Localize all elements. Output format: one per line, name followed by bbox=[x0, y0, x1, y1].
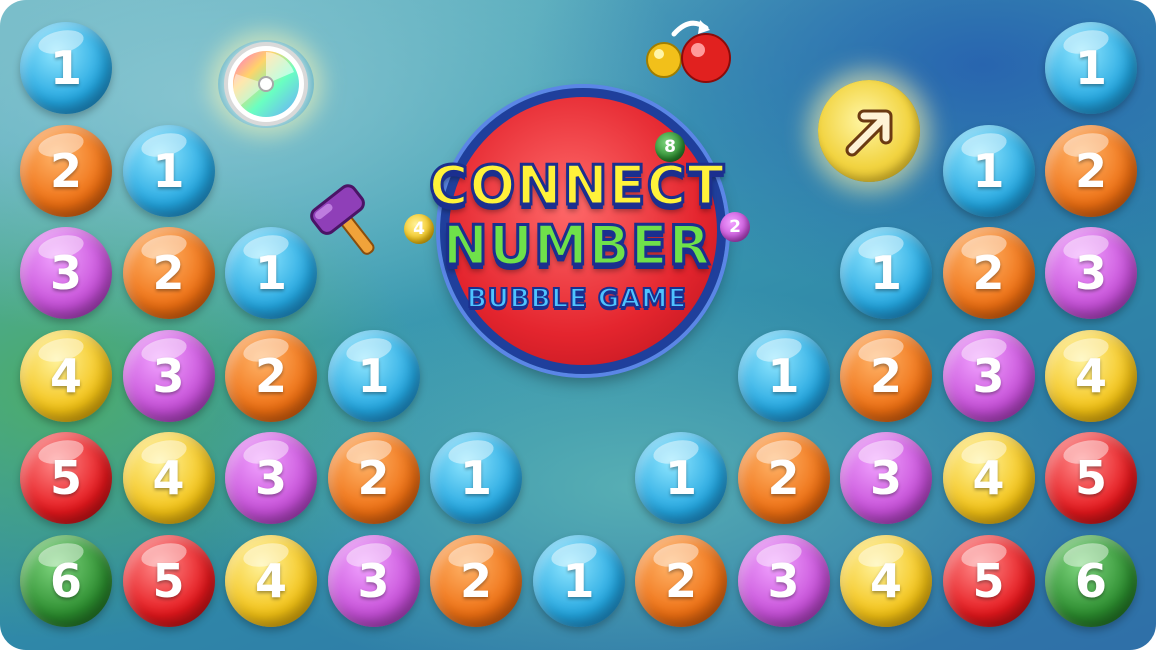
bubble-number: 3 bbox=[152, 348, 185, 403]
bubble-number: 2 bbox=[459, 554, 492, 608]
bubble-number: 2 bbox=[152, 246, 185, 301]
bubble-number: 4 bbox=[972, 451, 1005, 506]
number-bubble[interactable]: 1 bbox=[20, 22, 112, 114]
number-bubble[interactable]: 4 bbox=[942, 432, 1035, 525]
number-bubble[interactable]: 1 bbox=[840, 227, 932, 320]
bubble-number: 1 bbox=[1074, 41, 1107, 95]
number-bubble[interactable]: 4 bbox=[225, 535, 317, 627]
bubble-number: 3 bbox=[869, 451, 902, 506]
number-bubble[interactable]: 5 bbox=[122, 535, 215, 627]
arrow-hint-icon[interactable] bbox=[818, 80, 920, 182]
bubble-number: 3 bbox=[1074, 246, 1107, 301]
game-board: 1 1 2 1 1 2 3 2 1 1 2 3 4 3 2 1 1 2 3 4 5 4 3 2 1 1 2 3 4 5 6 5 4 3 2 1 2 3 4 5… bbox=[0, 0, 1156, 650]
hammer-icon[interactable] bbox=[308, 180, 388, 266]
number-bubble[interactable]: 3 bbox=[20, 227, 112, 320]
bubble-number: 4 bbox=[152, 451, 185, 506]
number-bubble[interactable]: 2 bbox=[737, 432, 830, 525]
bubble-number: 6 bbox=[1074, 554, 1107, 608]
logo-subtitle: BUBBLE GAME bbox=[466, 283, 688, 315]
number-bubble[interactable]: 3 bbox=[840, 432, 932, 525]
logo-title-line1: CONNECT bbox=[427, 153, 726, 219]
number-bubble[interactable]: 3 bbox=[122, 329, 215, 422]
number-bubble[interactable]: 3 bbox=[1045, 227, 1137, 320]
bubble-number: 1 bbox=[767, 348, 800, 403]
bubble-number: 1 bbox=[357, 348, 390, 403]
bubble-number: 2 bbox=[869, 348, 902, 403]
number-bubble[interactable]: 2 bbox=[942, 227, 1035, 320]
bubble-number: 2 bbox=[49, 143, 82, 198]
bubble-number: 1 bbox=[459, 451, 492, 506]
number-bubble[interactable]: 1 bbox=[532, 535, 625, 627]
number-bubble[interactable]: 4 bbox=[840, 535, 932, 627]
bubble-number: 4 bbox=[49, 348, 82, 403]
bubble-number: 2 bbox=[357, 451, 390, 506]
bubble-number: 1 bbox=[49, 41, 82, 95]
number-bubble[interactable]: 1 bbox=[942, 124, 1035, 217]
number-bubble[interactable]: 3 bbox=[225, 432, 317, 525]
bubble-number: 5 bbox=[972, 554, 1005, 608]
number-bubble[interactable]: 2 bbox=[635, 535, 727, 627]
number-bubble[interactable]: 1 bbox=[1045, 22, 1137, 114]
number-bubble[interactable]: 4 bbox=[20, 329, 112, 422]
number-bubble[interactable]: 6 bbox=[20, 535, 112, 627]
number-bubble[interactable]: 1 bbox=[225, 227, 317, 320]
bubble-number: 2 bbox=[767, 451, 800, 506]
number-bubble[interactable]: 5 bbox=[20, 432, 112, 525]
number-bubble[interactable]: 6 bbox=[1045, 535, 1137, 627]
bubble-number: 6 bbox=[49, 554, 82, 608]
bubble-number: 4 bbox=[869, 554, 902, 608]
number-bubble[interactable]: 5 bbox=[942, 535, 1035, 627]
bubble-number: 1 bbox=[562, 554, 595, 608]
number-bubble[interactable]: 2 bbox=[430, 535, 522, 627]
bubble-number: 1 bbox=[254, 246, 287, 301]
number-bubble[interactable]: 2 bbox=[1045, 124, 1137, 217]
bubble-number: 5 bbox=[152, 554, 185, 608]
bubble-number: 4 bbox=[1074, 348, 1107, 403]
rainbow-spinner-icon[interactable] bbox=[218, 40, 314, 128]
bubble-number: 1 bbox=[152, 143, 185, 198]
bubble-number: 1 bbox=[664, 451, 697, 506]
number-bubble[interactable]: 4 bbox=[122, 432, 215, 525]
bubble-number: 5 bbox=[1074, 451, 1107, 506]
bubble-number: 2 bbox=[254, 348, 287, 403]
bubble-number: 3 bbox=[254, 451, 287, 506]
number-bubble[interactable]: 2 bbox=[20, 124, 112, 217]
number-bubble[interactable]: 4 bbox=[1045, 329, 1137, 422]
number-bubble[interactable]: 1 bbox=[635, 432, 727, 525]
bubble-number: 2 bbox=[1074, 143, 1107, 198]
bubble-number: 5 bbox=[49, 451, 82, 506]
bubble-number: 2 bbox=[664, 554, 697, 608]
number-bubble[interactable]: 5 bbox=[1045, 432, 1137, 525]
number-bubble[interactable]: 3 bbox=[327, 535, 420, 627]
number-bubble[interactable]: 3 bbox=[737, 535, 830, 627]
bubble-number: 3 bbox=[767, 554, 800, 608]
bubble-number: 1 bbox=[972, 143, 1005, 198]
bubble-number: 2 bbox=[972, 246, 1005, 301]
color-swap-icon[interactable] bbox=[640, 14, 736, 90]
number-bubble[interactable]: 2 bbox=[327, 432, 420, 525]
bubble-number: 1 bbox=[869, 246, 902, 301]
logo-title-line2: NUMBER bbox=[441, 213, 712, 279]
number-bubble[interactable]: 2 bbox=[225, 329, 317, 422]
bubble-number: 3 bbox=[357, 554, 390, 608]
game-logo: 8 4 2 CONNECT NUMBER BUBBLE GAME bbox=[402, 86, 752, 406]
number-bubble[interactable]: 2 bbox=[840, 329, 932, 422]
bubble-number: 3 bbox=[49, 246, 82, 301]
number-bubble[interactable]: 1 bbox=[122, 124, 215, 217]
number-bubble[interactable]: 1 bbox=[430, 432, 522, 525]
bubble-number: 4 bbox=[254, 554, 287, 608]
bubble-number: 3 bbox=[972, 348, 1005, 403]
number-bubble[interactable]: 3 bbox=[942, 329, 1035, 422]
number-bubble[interactable]: 2 bbox=[122, 227, 215, 320]
